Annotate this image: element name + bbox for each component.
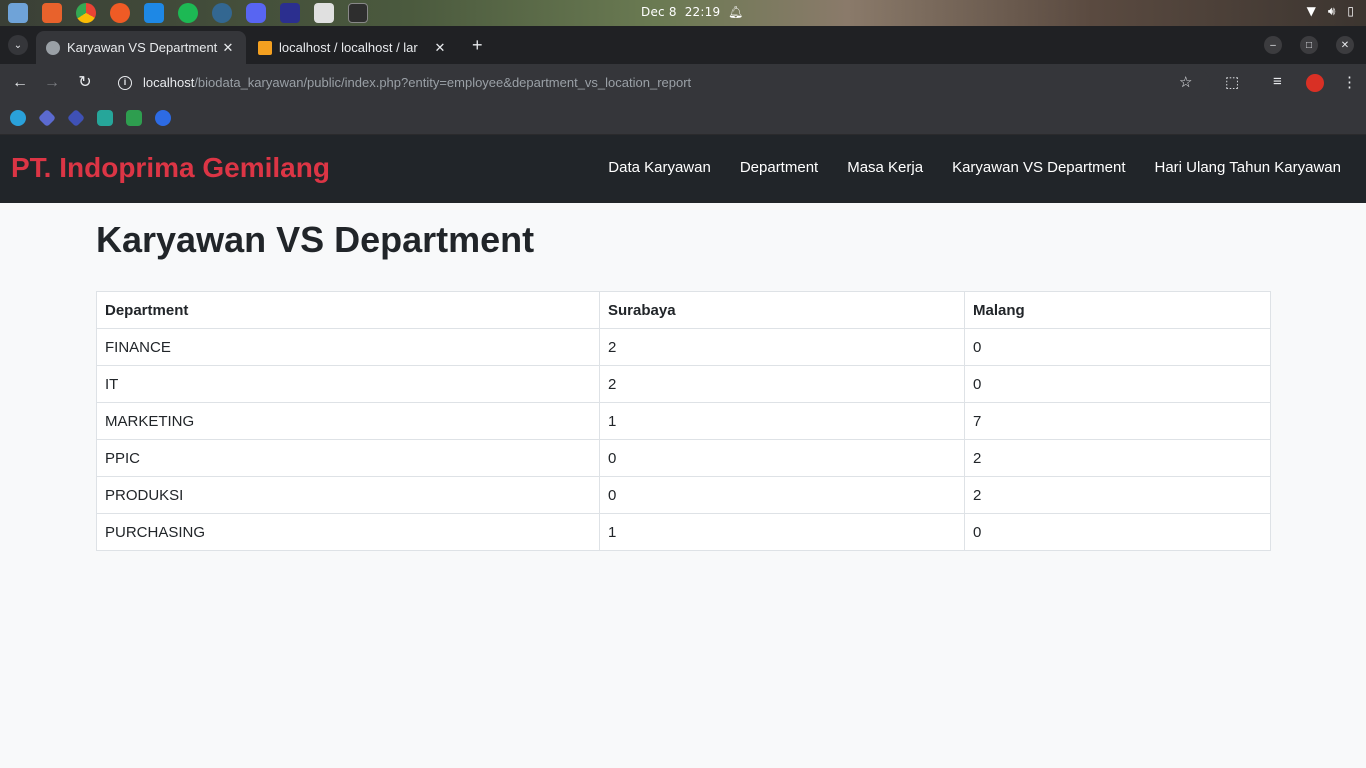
cell-surabaya: 1 (599, 513, 965, 551)
cell-malang: 7 (964, 402, 1271, 440)
cell-surabaya: 1 (599, 402, 965, 440)
intellij-icon[interactable] (276, 2, 304, 24)
table-row: FINANCE 2 0 (96, 328, 1271, 366)
media-control-icon[interactable]: ≡ (1273, 73, 1282, 90)
restore-icon[interactable]: □ (1300, 36, 1318, 54)
bookmark-k-icon[interactable] (97, 110, 113, 126)
minimize-icon[interactable]: – (1264, 36, 1282, 54)
document-viewer-icon[interactable] (310, 2, 338, 24)
department-location-table: Department Surabaya Malang FINANCE 2 0 I… (96, 291, 1271, 551)
bookmark-star-icon[interactable]: ☆ (1179, 73, 1192, 91)
os-clock[interactable]: Dec 8 22:19 (641, 5, 720, 19)
files-icon[interactable] (4, 2, 32, 24)
table-row: PRODUKSI 0 2 (96, 476, 1271, 514)
cell-surabaya: 0 (599, 439, 965, 477)
close-tab-icon[interactable]: ✕ (220, 40, 236, 56)
os-app-dock (4, 2, 372, 24)
tab-title: localhost / localhost / lar (279, 40, 418, 55)
tab-title: Karyawan VS Department (67, 40, 218, 55)
column-header-department: Department (96, 291, 600, 329)
nav-hari-ulang-tahun[interactable]: Hari Ulang Tahun Karyawan (1155, 159, 1342, 176)
cell-department: MARKETING (96, 402, 600, 440)
nav-karyawan-vs-department[interactable]: Karyawan VS Department (952, 159, 1125, 176)
telegram-icon[interactable] (10, 110, 26, 126)
notification-bell-icon[interactable]: 🔔︎ (728, 5, 743, 19)
cell-department: FINANCE (96, 328, 600, 366)
column-header-surabaya: Surabaya (599, 291, 965, 329)
cell-malang: 2 (964, 476, 1271, 514)
postman-icon[interactable] (106, 2, 134, 24)
address-bar[interactable]: i localhost/biodata_karyawan/public/inde… (110, 69, 1210, 97)
terminal-icon[interactable] (344, 2, 372, 24)
nav-links: Data Karyawan Department Masa Kerja Kary… (608, 159, 1341, 176)
phpmyadmin-icon (258, 40, 272, 55)
bookmark-diamond-icon[interactable] (66, 108, 86, 128)
nav-masa-kerja[interactable]: Masa Kerja (847, 159, 923, 176)
zoom-icon[interactable] (155, 110, 171, 126)
volume-icon: 🔊︎ (1327, 4, 1336, 18)
table-row: IT 2 0 (96, 365, 1271, 403)
extensions-icon[interactable]: ⬚ (1225, 73, 1239, 91)
new-tab-button[interactable]: + (472, 36, 483, 54)
cell-surabaya: 2 (599, 365, 965, 403)
chrome-icon[interactable] (72, 2, 100, 24)
cell-department: PURCHASING (96, 513, 600, 551)
cell-surabaya: 2 (599, 328, 965, 366)
tab-karyawan-vs-department[interactable]: Karyawan VS Department ✕ (36, 31, 246, 64)
table-row: PPIC 0 2 (96, 439, 1271, 477)
os-status-area[interactable]: ▼ 🔊︎ ▯ (1307, 4, 1354, 19)
page-title: Karyawan VS Department (96, 219, 535, 260)
cell-malang: 0 (964, 365, 1271, 403)
table-row: PURCHASING 1 0 (96, 513, 1271, 551)
forward-arrow-icon[interactable]: → (42, 73, 62, 93)
discord-icon[interactable] (242, 2, 270, 24)
nav-data-karyawan[interactable]: Data Karyawan (608, 159, 711, 176)
vscode-icon[interactable] (140, 2, 168, 24)
tab-search-button[interactable]: ⌄ (8, 35, 28, 55)
pgadmin-icon[interactable] (208, 2, 236, 24)
cell-surabaya: 0 (599, 476, 965, 514)
brand-logo[interactable]: PT. Indoprima Gemilang (11, 152, 330, 184)
browser-toolbar: ← → ↻ i localhost/biodata_karyawan/publi… (0, 64, 1366, 102)
reload-icon[interactable]: ↻ (75, 73, 95, 93)
os-top-bar: Dec 8 22:19 🔔︎ ▼ 🔊︎ ▯ (0, 0, 1366, 26)
app-store-icon[interactable] (38, 2, 66, 24)
table-header-row: Department Surabaya Malang (96, 291, 1271, 329)
back-arrow-icon[interactable]: ← (10, 73, 30, 93)
cell-malang: 2 (964, 439, 1271, 477)
bookmarks-bar (0, 102, 1366, 135)
table-row: MARKETING 1 7 (96, 402, 1271, 440)
tab-phpmyadmin[interactable]: localhost / localhost / lar ✕ (248, 31, 458, 64)
browser-menu-icon[interactable]: ⋮ (1342, 73, 1357, 91)
cell-department: PPIC (96, 439, 600, 477)
bookmark-diamond-icon[interactable] (37, 108, 57, 128)
site-navbar: PT. Indoprima Gemilang Data Karyawan Dep… (0, 135, 1366, 203)
browser-tab-strip: ⌄ Karyawan VS Department ✕ localhost / l… (0, 26, 1366, 64)
spotify-icon[interactable] (174, 2, 202, 24)
site-info-icon[interactable]: i (118, 76, 132, 90)
close-tab-icon[interactable]: ✕ (432, 40, 448, 56)
column-header-malang: Malang (964, 291, 1271, 329)
nav-department[interactable]: Department (740, 159, 818, 176)
url-text[interactable]: localhost/biodata_karyawan/public/index.… (143, 75, 691, 90)
wifi-icon: ▼ (1306, 4, 1316, 18)
close-window-icon[interactable]: ✕ (1336, 36, 1354, 54)
cell-malang: 0 (964, 328, 1271, 366)
sheets-icon[interactable] (126, 110, 142, 126)
cell-malang: 0 (964, 513, 1271, 551)
cell-department: IT (96, 365, 600, 403)
profile-avatar[interactable] (1306, 74, 1324, 92)
battery-icon: ▯ (1347, 4, 1354, 18)
globe-icon (46, 40, 60, 55)
cell-department: PRODUKSI (96, 476, 600, 514)
